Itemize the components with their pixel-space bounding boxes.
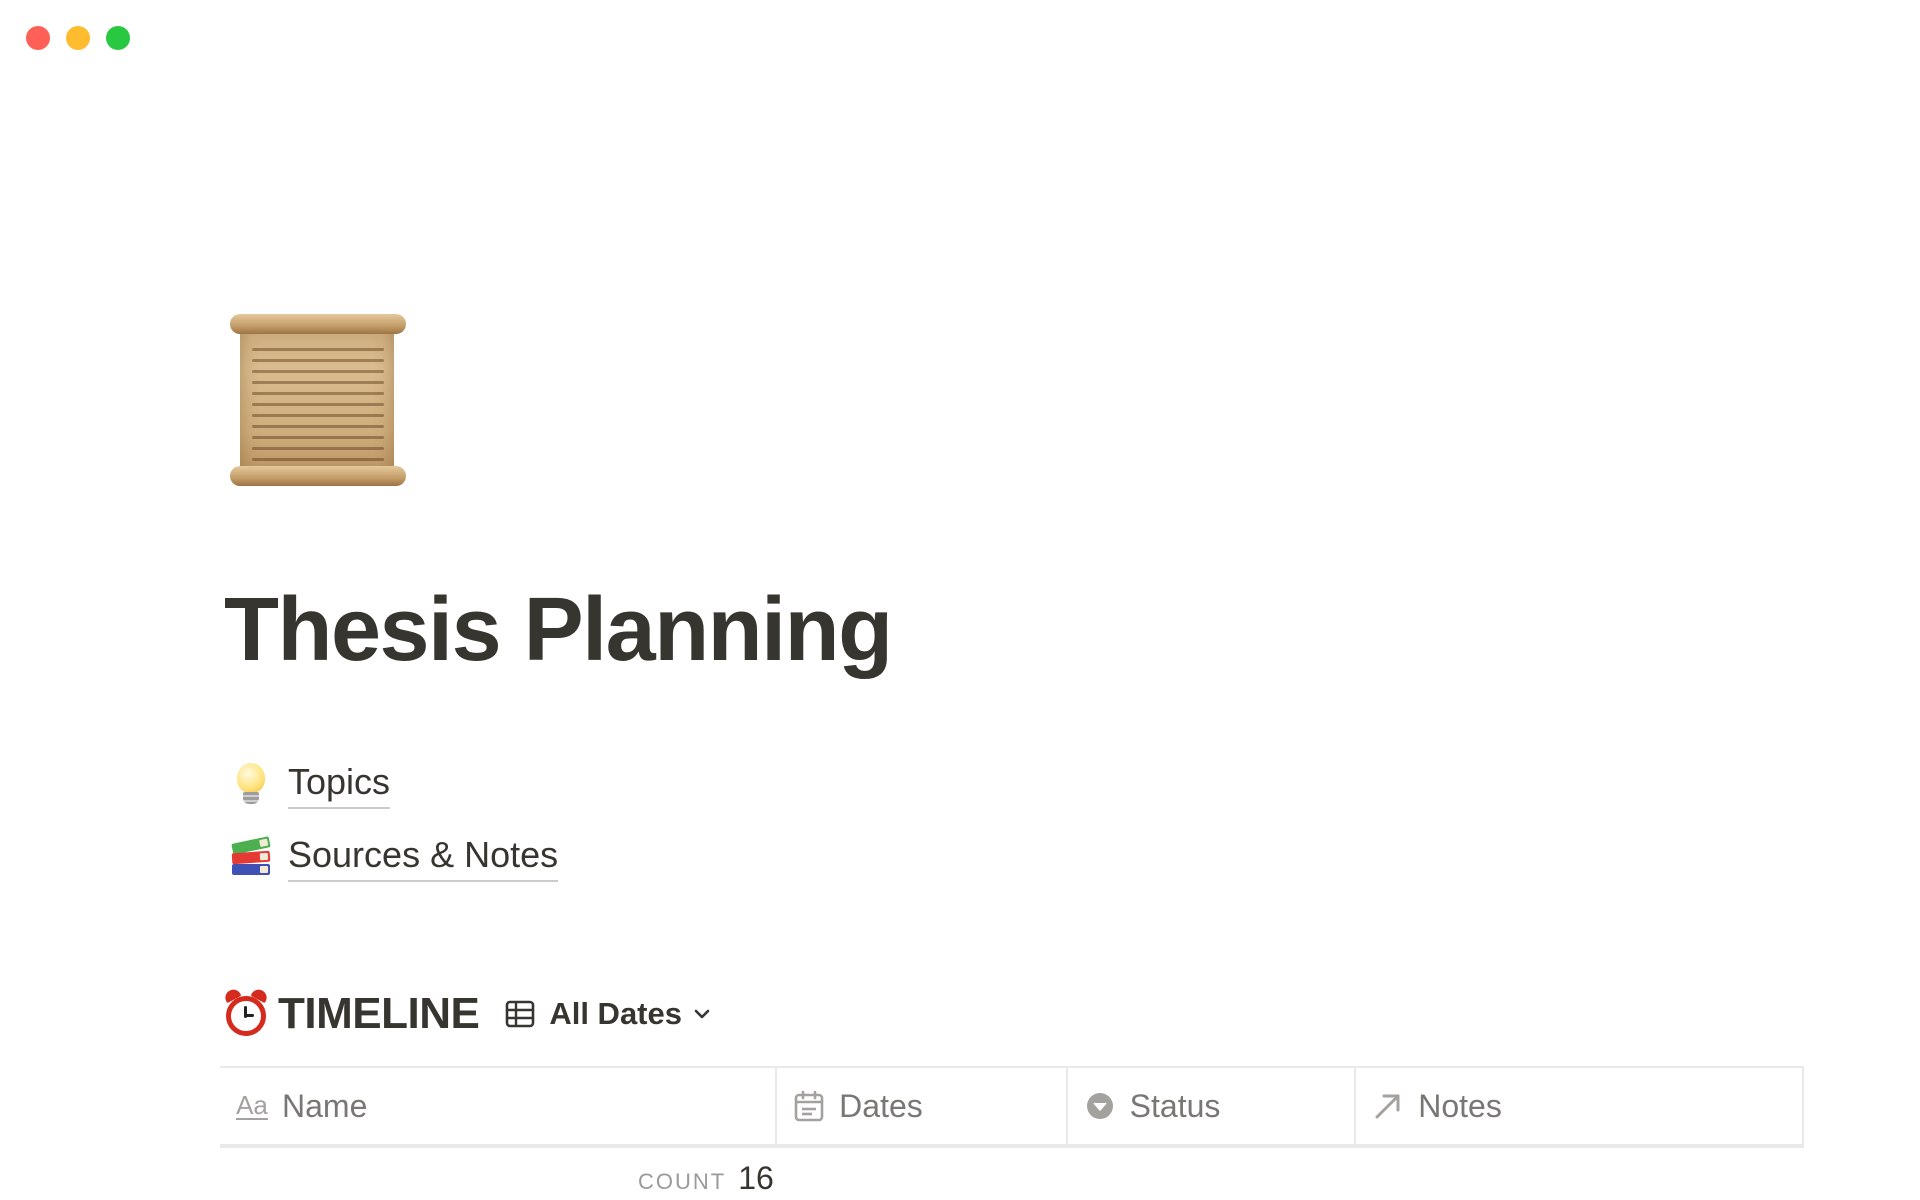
count-label: COUNT bbox=[638, 1169, 727, 1194]
column-header-name[interactable]: Aa Name bbox=[220, 1068, 778, 1144]
column-label-status: Status bbox=[1129, 1087, 1221, 1124]
window-controls bbox=[26, 26, 130, 50]
select-property-icon bbox=[1084, 1090, 1116, 1122]
close-window-button[interactable] bbox=[26, 26, 50, 50]
calendar-icon bbox=[793, 1090, 825, 1122]
alarm-clock-icon bbox=[222, 986, 270, 1038]
chevron-down-icon[interactable] bbox=[692, 1004, 712, 1024]
count-value: 16 bbox=[738, 1160, 774, 1196]
link-topics-label[interactable]: Topics bbox=[288, 759, 391, 809]
zoom-window-button[interactable] bbox=[106, 26, 130, 50]
scroll-top-roll bbox=[230, 314, 406, 334]
scroll-writing bbox=[252, 340, 384, 461]
column-label-dates: Dates bbox=[839, 1087, 923, 1124]
scroll-bottom-roll bbox=[230, 466, 406, 486]
books-icon bbox=[228, 834, 274, 880]
table-icon bbox=[506, 1000, 535, 1028]
page-title[interactable]: Thesis Planning bbox=[224, 578, 893, 682]
minimize-window-button[interactable] bbox=[66, 26, 90, 50]
column-label-notes: Notes bbox=[1418, 1087, 1502, 1124]
table-count[interactable]: COUNT 16 bbox=[638, 1160, 774, 1197]
column-header-notes[interactable]: Notes bbox=[1356, 1068, 1804, 1144]
column-header-dates[interactable]: Dates bbox=[777, 1068, 1068, 1144]
view-selector[interactable]: All Dates bbox=[505, 996, 712, 1032]
view-label[interactable]: All Dates bbox=[549, 996, 682, 1032]
timeline-header: TIMELINE All Dates bbox=[222, 986, 712, 1042]
link-sources-notes-label[interactable]: Sources & Notes bbox=[288, 832, 559, 882]
scroll-icon[interactable] bbox=[230, 310, 406, 490]
light-bulb-icon bbox=[228, 761, 274, 807]
text-property-icon: Aa bbox=[236, 1089, 268, 1120]
notion-window: Thesis Planning Topics Sources & Notes T… bbox=[0, 0, 1920, 1200]
table-header: Aa Name Dates Status Notes bbox=[220, 1066, 1804, 1148]
link-sources-notes[interactable]: Sources & Notes bbox=[228, 829, 559, 885]
relation-arrow-icon bbox=[1372, 1090, 1404, 1122]
column-header-status[interactable]: Status bbox=[1068, 1068, 1357, 1144]
column-label-name: Name bbox=[282, 1087, 368, 1124]
link-topics[interactable]: Topics bbox=[228, 756, 391, 812]
timeline-title[interactable]: TIMELINE bbox=[278, 989, 480, 1039]
